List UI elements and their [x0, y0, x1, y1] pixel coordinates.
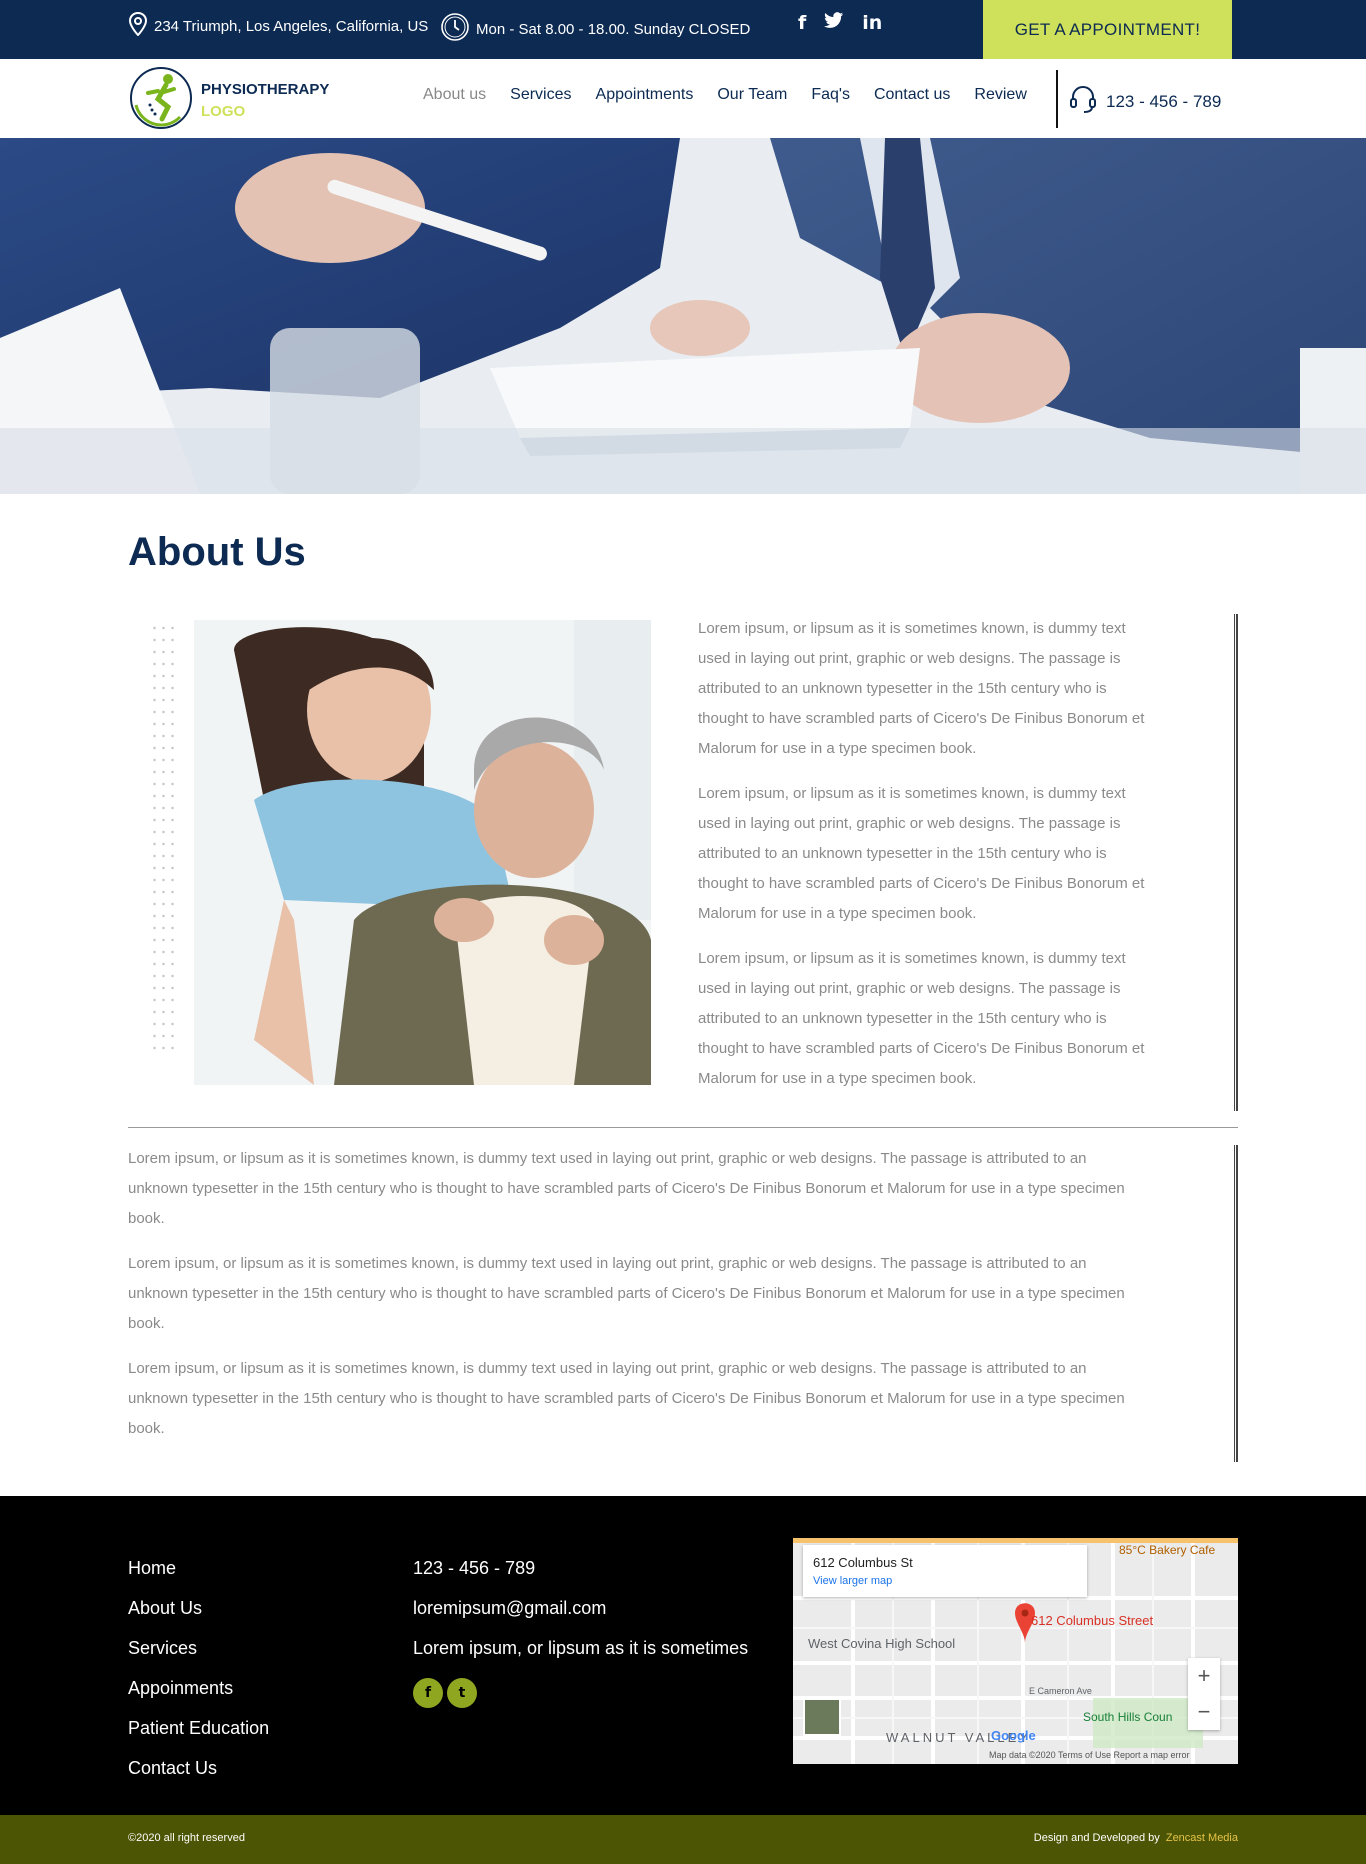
about-paragraph: Lorem ipsum, or lipsum as it is sometime… [698, 620, 1145, 757]
full-paragraph: Lorem ipsum, or lipsum as it is sometime… [128, 1255, 1125, 1332]
satellite-toggle[interactable] [803, 1698, 841, 1736]
footer-link-appointments[interactable]: Appoinments [128, 1668, 269, 1708]
map-label-bakery: 85°C Bakery Cafe [1119, 1543, 1216, 1557]
logo-icon[interactable] [128, 65, 194, 131]
address: 234 Triumph, Los Angeles, California, US [128, 11, 429, 40]
footer-link-services[interactable]: Services [128, 1628, 269, 1668]
facebook-icon[interactable]: f [413, 1678, 443, 1708]
nav-bar: PHYSIOTHERAPY LOGO About us Services App… [0, 59, 1366, 138]
scrollbar-track[interactable] [1234, 1145, 1238, 1462]
footer-social: f t [413, 1678, 748, 1708]
full-paragraph: Lorem ipsum, or lipsum as it is sometime… [128, 1150, 1125, 1227]
hours-text: Mon - Sat 8.00 - 18.00. Sunday CLOSED [476, 20, 751, 38]
full-paragraph: Lorem ipsum, or lipsum as it is sometime… [128, 1360, 1125, 1437]
nav-item-contact-us[interactable]: Contact us [874, 86, 950, 104]
footer-link-contact-us[interactable]: Contact Us [128, 1748, 269, 1788]
footer-phone[interactable]: 123 - 456 - 789 [413, 1548, 748, 1588]
get-appointment-button[interactable]: GET A APPOINTMENT! [983, 0, 1232, 59]
map-zoom-controls: + − [1188, 1658, 1220, 1730]
map-attribution[interactable]: Map data ©2020 Terms of Use Report a map… [989, 1750, 1190, 1760]
about-paragraph: Lorem ipsum, or lipsum as it is sometime… [698, 950, 1145, 1087]
nav-item-services[interactable]: Services [510, 86, 571, 104]
nav-item-appointments[interactable]: Appointments [596, 86, 694, 104]
hero-image [0, 138, 1366, 494]
brand-name: PHYSIOTHERAPY [201, 81, 330, 98]
headset-icon [1070, 84, 1096, 119]
location-pin-icon [128, 11, 148, 40]
footer-link-patient-education[interactable]: Patient Education [128, 1708, 269, 1748]
nav-item-our-team[interactable]: Our Team [717, 86, 787, 104]
footer-link-home[interactable]: Home [128, 1548, 269, 1588]
zoom-in-button[interactable]: + [1188, 1658, 1220, 1694]
map-label-street: E Cameron Ave [1029, 1686, 1092, 1696]
hours: Mon - Sat 8.00 - 18.00. Sunday CLOSED [440, 12, 750, 46]
social-links: f in [798, 12, 882, 34]
about-paragraphs: Lorem ipsum, or lipsum as it is sometime… [698, 614, 1148, 1109]
bottom-bar: ©2020 all right reserved Design and Deve… [0, 1815, 1366, 1864]
full-width-paragraphs: Lorem ipsum, or lipsum as it is sometime… [128, 1144, 1128, 1459]
nav-divider [1056, 70, 1058, 128]
view-larger-map-link[interactable]: View larger map [813, 1575, 892, 1587]
decorative-dots [150, 622, 178, 1052]
nav-item-review[interactable]: Review [974, 86, 1026, 104]
header-phone-number: 123 - 456 - 789 [1106, 91, 1222, 111]
twitter-icon[interactable]: t [447, 1678, 477, 1708]
about-photo [194, 620, 651, 1085]
about-paragraph: Lorem ipsum, or lipsum as it is sometime… [698, 785, 1145, 922]
footer-contact: 123 - 456 - 789 loremipsum@gmail.com Lor… [413, 1548, 748, 1708]
footer: Home About Us Services Appoinments Patie… [0, 1496, 1366, 1815]
main-menu: About us Services Appointments Our Team … [423, 86, 1027, 104]
map-label-school: West Covina High School [808, 1636, 956, 1651]
facebook-icon[interactable]: f [798, 12, 806, 34]
footer-link-about-us[interactable]: About Us [128, 1588, 269, 1628]
footer-tagline: Lorem ipsum, or lipsum as it is sometime… [413, 1638, 749, 1658]
map-label-park: South Hills Coun [1083, 1710, 1173, 1724]
scrollbar-track[interactable] [1234, 614, 1238, 1111]
clock-icon [440, 12, 470, 46]
page-title: About Us [128, 530, 306, 574]
linkedin-icon[interactable]: in [862, 12, 882, 34]
top-bar: 234 Triumph, Los Angeles, California, US… [0, 0, 1366, 59]
twitter-icon[interactable] [824, 12, 844, 34]
brand-subtitle: LOGO [201, 103, 246, 120]
footer-email[interactable]: loremipsum@gmail.com [413, 1588, 748, 1628]
map-address: 612 Columbus St [813, 1555, 913, 1570]
credit: Design and Developed by Zencast Media [1034, 1832, 1238, 1844]
credit-company-link[interactable]: Zencast Media [1166, 1832, 1238, 1844]
footer-links: Home About Us Services Appoinments Patie… [128, 1548, 269, 1788]
header-phone[interactable]: 123 - 456 - 789 [1070, 84, 1221, 119]
copyright: ©2020 all right reserved [128, 1832, 245, 1844]
map-info-card: 612 Columbus St View larger map [803, 1545, 1087, 1597]
map-pin-label: 612 Columbus Street [1031, 1613, 1154, 1628]
google-logo: Google [991, 1728, 1036, 1743]
nav-item-about-us[interactable]: About us [423, 86, 486, 104]
section-divider [128, 1127, 1238, 1128]
address-text: 234 Triumph, Los Angeles, California, US [154, 17, 429, 35]
credit-prefix: Design and Developed by [1033, 1832, 1160, 1844]
zoom-out-button[interactable]: − [1188, 1694, 1220, 1730]
nav-item-faqs[interactable]: Faq's [811, 86, 850, 104]
embedded-map[interactable]: 612 Columbus St View larger map 85°C Bak… [793, 1538, 1238, 1764]
